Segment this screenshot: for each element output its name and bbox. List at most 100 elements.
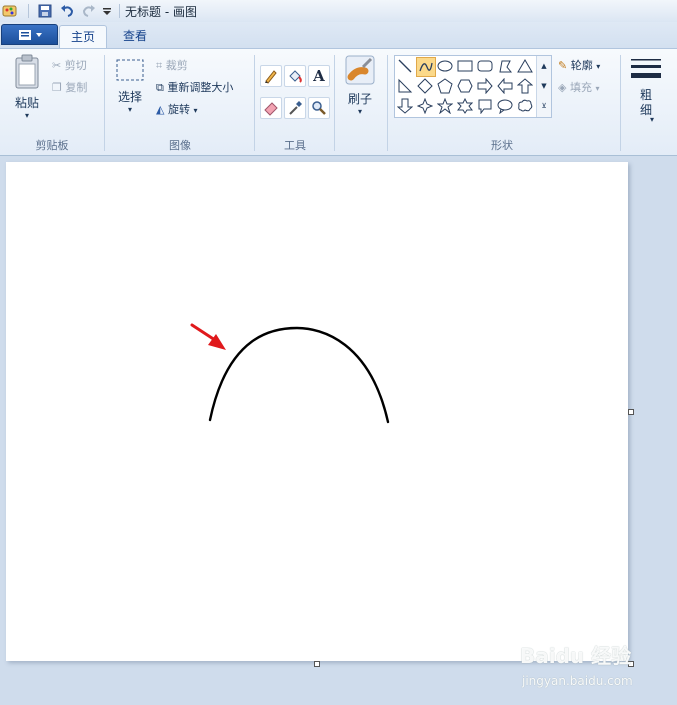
redo-icon[interactable] [81,3,97,19]
copy-label: 复制 [65,81,88,94]
clipboard-group-label: 剪贴板 [35,139,69,152]
tools-group-label: 工具 [284,139,306,152]
red-arrow-annotation [190,323,226,350]
undo-icon[interactable] [59,3,75,19]
shapes-gallery: ▲ ▼ ⊻ [394,55,552,118]
pencil-tool[interactable] [260,65,282,87]
canvas-resize-handle-right[interactable] [628,409,634,415]
resize-label: 重新调整大小 [167,81,234,94]
rotate-icon: ◭ [156,103,165,116]
canvas-resize-handle-bottom[interactable] [314,661,320,667]
file-menu-button[interactable] [1,24,58,45]
gallery-scroll: ▲ ▼ ⊻ [536,56,551,117]
fill-label: 填充 [569,81,592,94]
right-arrow-shape-icon[interactable] [476,77,494,95]
fill-tool[interactable] [284,65,306,87]
outline-pen-icon: ✎ [558,59,568,72]
cloud-callout-shape-icon[interactable] [516,97,534,115]
rotate-button[interactable]: ◭ 旋转 ▾ [156,101,197,117]
copy-icon: ❐ [52,81,62,94]
customize-dropdown-icon[interactable] [101,3,113,19]
crop-label: 裁剪 [165,59,188,72]
left-arrow-shape-icon[interactable] [496,77,514,95]
chevron-down-icon: ▾ [24,111,29,120]
cut-button[interactable]: ✂ 剪切 [52,57,87,73]
save-icon[interactable] [37,3,53,19]
fill-bucket-icon: ◈ [558,81,567,94]
eraser-tool[interactable] [260,97,282,119]
pencil-icon [265,70,277,84]
fill-button[interactable]: ◈ 填充 ▾ [558,79,599,95]
down-arrow-shape-icon[interactable] [396,97,414,115]
divider [387,55,388,151]
selection-rectangle-icon [116,59,144,81]
clipboard-icon [15,54,39,89]
magnifier-tool[interactable] [308,97,330,119]
polygon-shape-icon[interactable] [496,57,514,75]
size-label: 粗 细 [639,88,652,117]
drawn-arc-curve [208,326,390,424]
brushes-label: 刷子 [347,92,372,106]
quick-access-toolbar [2,2,120,20]
rounded-rectangle-shape-icon[interactable] [476,57,494,75]
oval-callout-shape-icon[interactable] [496,97,514,115]
up-arrow-shape-icon[interactable] [516,77,534,95]
tab-home[interactable]: 主页 [59,25,107,49]
right-triangle-shape-icon[interactable] [396,77,414,95]
paste-label: 粘贴 [14,96,39,110]
color-picker-tool[interactable] [284,97,306,119]
eraser-icon [264,102,278,116]
resize-button[interactable]: ⧉ 重新调整大小 [156,79,233,95]
rounded-callout-shape-icon[interactable] [476,97,494,115]
line-shape-icon[interactable] [396,57,414,75]
outline-button[interactable]: ✎ 轮廓 ▾ [558,57,600,73]
divider [119,4,120,18]
scroll-down-icon[interactable]: ▼ [537,76,551,96]
chevron-down-icon: ▾ [595,84,600,93]
rotate-label: 旋转 [167,103,190,116]
gallery-expand-icon[interactable]: ⊻ [537,96,551,116]
chevron-down-icon: ▾ [127,105,132,114]
curve-shape-icon[interactable] [416,57,436,77]
outline-label: 轮廓 [570,59,593,72]
crop-button[interactable]: ⌗ 裁剪 [156,57,188,73]
chevron-down-icon: ▾ [357,107,362,116]
scroll-up-icon[interactable]: ▲ [537,56,551,76]
five-point-star-shape-icon[interactable] [436,97,454,115]
brush-icon [345,55,375,85]
paint-app-icon[interactable] [2,3,18,19]
menu-icon [18,30,42,40]
triangle-shape-icon[interactable] [516,57,534,75]
eyedropper-icon [289,101,302,115]
text-icon: A [313,67,325,85]
divider [334,55,335,151]
size-button[interactable]: 粗 细 [626,55,666,118]
copy-button[interactable]: ❐ 复制 [52,79,87,95]
hexagon-shape-icon[interactable] [456,77,474,95]
divider [104,55,105,151]
title-bar: 无标题 - 画图 [0,0,677,23]
pentagon-shape-icon[interactable] [436,77,454,95]
cut-label: 剪切 [64,59,87,72]
tab-view[interactable]: 查看 [112,25,158,48]
select-label: 选择 [117,90,142,104]
scissors-icon: ✂ [52,59,62,72]
rectangle-shape-icon[interactable] [456,57,474,75]
oval-shape-icon[interactable] [436,57,454,75]
divider [620,55,621,151]
paint-bucket-icon [289,70,302,83]
paste-button[interactable]: 粘贴 ▾ [8,53,46,120]
diamond-shape-icon[interactable] [416,77,434,95]
chevron-down-icon: ▾ [193,106,198,115]
brushes-button[interactable]: 刷子 ▾ [340,53,380,116]
four-point-star-shape-icon[interactable] [416,97,434,115]
six-point-star-shape-icon[interactable] [456,97,474,115]
drawing-canvas[interactable] [6,162,628,661]
text-tool[interactable]: A [308,65,330,87]
crop-icon: ⌗ [156,59,163,72]
magnifier-icon [312,101,326,115]
divider [254,55,255,151]
ribbon: 粘贴 ▾ ✂ 剪切 ❐ 复制 剪贴板 选择 ▾ ⌗ 裁剪 ⧉ 重新调整大小 ◭ … [0,48,677,156]
select-button[interactable]: 选择 ▾ [112,55,148,114]
canvas-drawing [190,323,390,424]
